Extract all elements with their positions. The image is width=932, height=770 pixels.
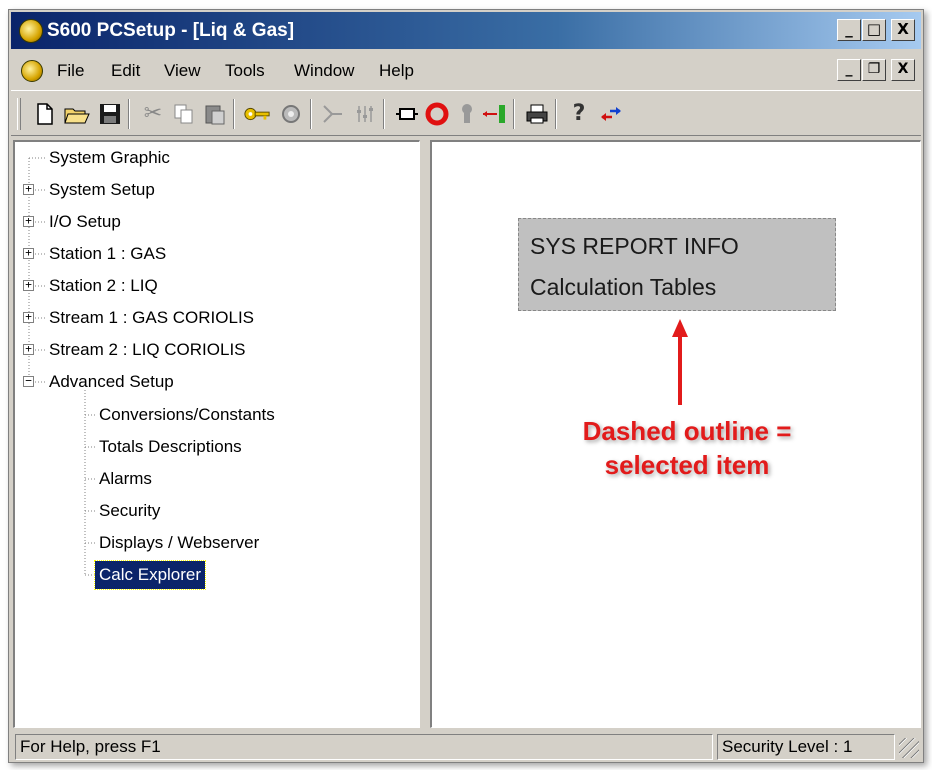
toolbar-separator: [555, 99, 557, 129]
tree-item[interactable]: System Setup: [49, 176, 155, 204]
tree-expander-icon[interactable]: +: [23, 343, 34, 355]
menu-edit[interactable]: Edit: [111, 61, 140, 81]
status-security-level: Security Level : 1: [717, 734, 895, 760]
tree-item[interactable]: Station 1 : GAS: [49, 240, 166, 268]
tree-subitem-selected[interactable]: Calc Explorer: [93, 560, 207, 590]
close-button[interactable]: X: [891, 19, 915, 41]
new-document-icon[interactable]: [31, 100, 59, 128]
tree-item[interactable]: Stream 1 : GAS CORIOLIS: [49, 304, 254, 332]
key-icon[interactable]: [243, 100, 271, 128]
sys-report-box[interactable]: SYS REPORT INFO Calculation Tables: [518, 218, 836, 311]
tree-item[interactable]: System Graphic: [49, 144, 170, 172]
main-pane[interactable]: SYS REPORT INFO Calculation Tables Dashe…: [430, 140, 921, 728]
sys-report-title: SYS REPORT INFO: [530, 233, 739, 259]
tree-item[interactable]: Station 2 : LIQ: [49, 272, 158, 300]
mdi-minimize-button[interactable]: _: [837, 59, 861, 81]
cut-icon[interactable]: ✂: [139, 100, 167, 128]
menu-window[interactable]: Window: [294, 61, 354, 81]
status-help-text: For Help, press F1: [15, 734, 713, 760]
mdi-restore-button[interactable]: ❐: [862, 59, 886, 81]
menu-help[interactable]: Help: [379, 61, 414, 81]
tree-item[interactable]: Stream 2 : LIQ CORIOLIS: [49, 336, 246, 364]
tree-subitem[interactable]: Displays / Webserver: [99, 529, 259, 557]
open-folder-icon[interactable]: [63, 100, 91, 128]
help-icon[interactable]: ?: [565, 100, 593, 128]
tree-expander-icon[interactable]: +: [23, 183, 34, 195]
tree-subitem[interactable]: Security: [99, 497, 160, 525]
toolbar-separator: [513, 99, 515, 129]
security-icon[interactable]: [277, 100, 305, 128]
annotation-line-1: Dashed outline =: [582, 416, 792, 446]
swap-icon[interactable]: [597, 100, 625, 128]
annotation-line-2: selected item: [604, 450, 770, 480]
menu-tools[interactable]: Tools: [225, 61, 265, 81]
copy-icon[interactable]: [170, 100, 198, 128]
transfer-icon[interactable]: [481, 100, 509, 128]
title-bar[interactable]: S600 PCSetup - [Liq & Gas] _ □ X: [11, 12, 921, 49]
toolbar-separator: [383, 99, 385, 129]
tree-pane[interactable]: System Graphic + System Setup + I/O Setu…: [13, 140, 420, 728]
tree-subitem[interactable]: Totals Descriptions: [99, 433, 242, 461]
sys-report-subtitle: Calculation Tables: [530, 274, 717, 300]
minimize-button[interactable]: _: [837, 19, 861, 41]
tree-expander-icon[interactable]: +: [23, 311, 34, 323]
stop-icon[interactable]: [393, 100, 421, 128]
tree-collapse-icon[interactable]: −: [23, 375, 34, 387]
mdi-close-button[interactable]: X: [891, 59, 915, 81]
menu-file[interactable]: File: [57, 61, 84, 81]
status-bar: For Help, press F1 Security Level : 1: [11, 732, 921, 762]
save-icon[interactable]: [96, 100, 124, 128]
toolbar: ✂ ?: [11, 90, 921, 136]
toolbar-separator: [233, 99, 235, 129]
connect-icon[interactable]: [319, 100, 347, 128]
resize-grip-icon[interactable]: [899, 738, 919, 758]
paste-icon[interactable]: [201, 100, 229, 128]
toolbar-grip[interactable]: [17, 98, 21, 130]
tree-subitem[interactable]: Conversions/Constants: [99, 401, 275, 429]
tree-subitem[interactable]: Alarms: [99, 465, 152, 493]
menu-view[interactable]: View: [164, 61, 201, 81]
ring-icon[interactable]: [423, 100, 451, 128]
toolbar-separator: [310, 99, 312, 129]
settings-icon[interactable]: [351, 100, 379, 128]
tree-expander-icon[interactable]: +: [23, 247, 34, 259]
annotation-text: Dashed outline = selected item: [537, 414, 837, 482]
window-title: S600 PCSetup - [Liq & Gas]: [47, 20, 295, 41]
menu-bar: File Edit View Tools Window Help _ ❐ X: [11, 52, 921, 88]
print-icon[interactable]: [523, 100, 551, 128]
toolbar-separator: [128, 99, 130, 129]
tree-expander-icon[interactable]: +: [23, 215, 34, 227]
tree-item[interactable]: Advanced Setup: [49, 368, 174, 396]
tree-item[interactable]: I/O Setup: [49, 208, 121, 236]
tree-expander-icon[interactable]: +: [23, 279, 34, 291]
app-icon[interactable]: [19, 19, 43, 43]
red-arrow-icon: [672, 319, 688, 405]
app-window: S600 PCSetup - [Liq & Gas] _ □ X File Ed…: [8, 9, 924, 763]
pin-icon[interactable]: [453, 100, 481, 128]
document-icon[interactable]: [21, 60, 43, 82]
maximize-button[interactable]: □: [862, 19, 886, 41]
